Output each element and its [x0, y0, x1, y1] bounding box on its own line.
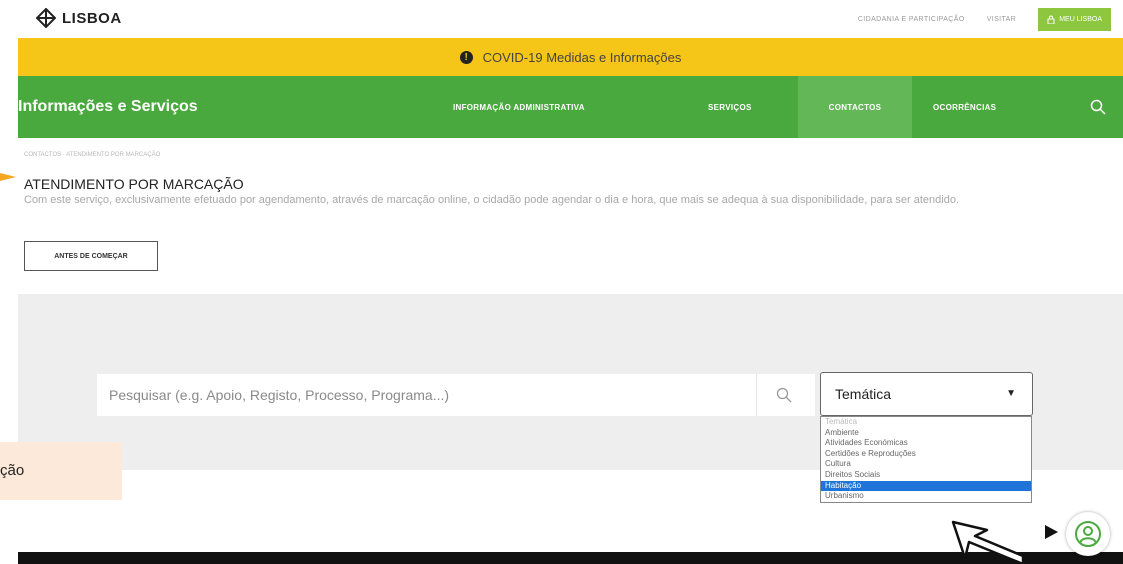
site-logo[interactable]: LISBOA	[36, 8, 122, 28]
dropdown-option-urbanismo[interactable]: Urbanismo	[821, 491, 1031, 502]
tematica-select-label: Temática	[835, 386, 892, 402]
antes-de-comecar-button[interactable]: ANTES DE COMEÇAR	[24, 241, 158, 271]
info-icon: !	[459, 50, 473, 64]
meu-lisboa-label: MEU LISBOA	[1059, 16, 1102, 23]
callout-box: ção	[0, 442, 122, 500]
play-arrow-icon	[1045, 525, 1058, 539]
meu-lisboa-button[interactable]: MEU LISBOA	[1038, 8, 1111, 31]
nav-item-servicos[interactable]: SERVIÇOS	[708, 76, 752, 138]
dropdown-option-direitos-sociais[interactable]: Direitos Sociais	[821, 470, 1031, 481]
account-button[interactable]	[1066, 512, 1110, 556]
callout-text: ção	[0, 462, 25, 479]
dropdown-option-ambiente[interactable]: Ambiente	[821, 428, 1031, 439]
tematica-select[interactable]: Temática ▼	[820, 372, 1033, 416]
pointer-arrow-icon	[951, 520, 1025, 564]
search-submit-icon[interactable]	[775, 386, 793, 404]
dropdown-option-atividades-economicas[interactable]: Atividades Económicas	[821, 438, 1031, 449]
tematica-dropdown: Temática Ambiente Atividades Económicas …	[820, 416, 1032, 503]
dropdown-option-habitacao[interactable]: Habitação	[821, 480, 1031, 492]
covid-banner[interactable]: ! COVID-19 Medidas e Informações	[18, 38, 1123, 76]
search-input[interactable]	[107, 386, 751, 404]
lisboa-logo-icon	[36, 8, 56, 28]
search-divider	[756, 374, 757, 416]
nav-item-informacao-administrativa[interactable]: INFORMAÇÃO ADMINISTRATIVA	[453, 76, 585, 138]
dropdown-option-cultura[interactable]: Cultura	[821, 459, 1031, 470]
nav-item-ocorrencias[interactable]: OCORRÊNCIAS	[933, 76, 996, 138]
breadcrumb[interactable]: CONTACTOS · ATENDIMENTO POR MARCAÇÃO	[24, 152, 160, 158]
main-nav: Informações e Serviços INFORMAÇÃO ADMINI…	[18, 76, 1123, 138]
caret-down-icon: ▼	[1006, 388, 1016, 399]
lock-icon	[1047, 15, 1055, 24]
nav-title[interactable]: Informações e Serviços	[18, 98, 198, 116]
page-title: ATENDIMENTO POR MARCAÇÃO	[24, 176, 244, 192]
search-box	[97, 374, 815, 416]
dropdown-option-tematica[interactable]: Temática	[821, 417, 1031, 428]
brand-name: LISBOA	[62, 9, 122, 27]
user-icon	[1075, 521, 1101, 547]
nav-item-contactos[interactable]: CONTACTOS	[798, 76, 912, 138]
orange-pointer-icon	[0, 173, 16, 181]
dropdown-option-certidoes[interactable]: Certidões e Reproduções	[821, 449, 1031, 460]
top-link-visitar[interactable]: VISITAR	[987, 16, 1017, 23]
intro-text: Com este serviço, exclusivamente efetuad…	[24, 194, 959, 206]
top-link-cidadania[interactable]: CIDADANIA E PARTICIPAÇÃO	[858, 16, 965, 23]
top-bar: LISBOA CIDADANIA E PARTICIPAÇÃO VISITAR …	[18, 0, 1123, 39]
search-icon[interactable]	[1089, 98, 1107, 116]
covid-banner-text: COVID-19 Medidas e Informações	[482, 49, 682, 65]
